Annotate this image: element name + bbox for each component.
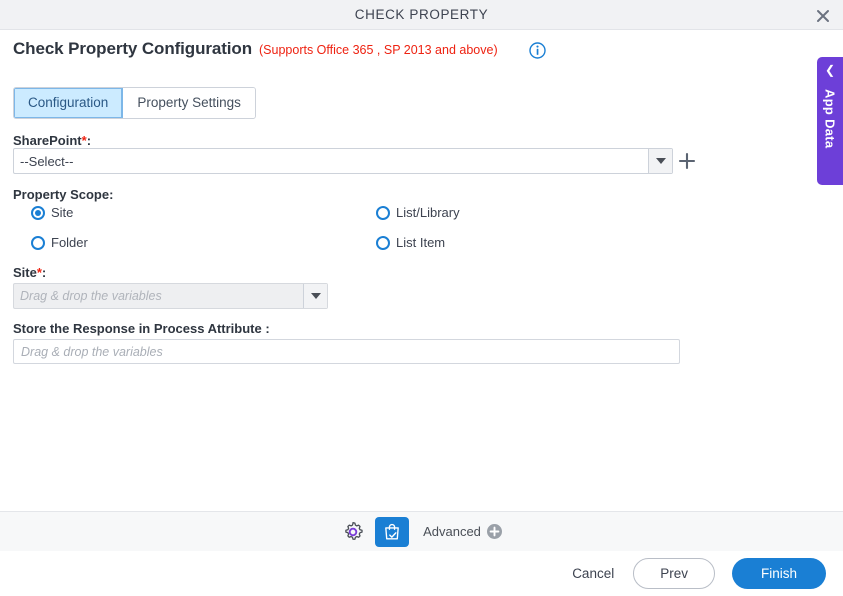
site-label-text: Site bbox=[13, 265, 37, 280]
settings-button[interactable] bbox=[341, 520, 365, 544]
page-subtitle: (Supports Office 365 , SP 2013 and above… bbox=[259, 43, 498, 57]
check-property-dialog: CHECK PROPERTY Check Property Configurat… bbox=[0, 0, 843, 596]
radio-folder[interactable]: Folder bbox=[31, 235, 88, 250]
sharepoint-label-suffix: : bbox=[86, 133, 92, 148]
info-icon bbox=[529, 42, 546, 59]
page-header: Check Property Configuration (Supports O… bbox=[13, 39, 498, 59]
tab-configuration[interactable]: Configuration bbox=[14, 88, 124, 118]
radio-list-library-indicator bbox=[376, 205, 390, 220]
plus-icon bbox=[678, 152, 696, 170]
plus-circle-icon bbox=[486, 524, 502, 539]
app-data-label: App Data bbox=[822, 89, 838, 149]
check-property-activity-button[interactable] bbox=[375, 516, 410, 547]
site-label-suffix: : bbox=[41, 265, 47, 280]
sharepoint-label: SharePoint*: bbox=[13, 133, 91, 148]
radio-list-item[interactable]: List Item bbox=[376, 235, 445, 250]
chevron-left-icon: ❮ bbox=[824, 63, 836, 77]
tab-property-settings[interactable]: Property Settings bbox=[123, 88, 255, 118]
add-sharepoint-button[interactable] bbox=[677, 151, 697, 171]
bottom-toolbar: Advanced bbox=[0, 511, 843, 551]
page-title: Check Property Configuration bbox=[13, 39, 253, 58]
radio-list-item-label: List Item bbox=[396, 235, 446, 250]
advanced-label: Advanced bbox=[423, 524, 481, 539]
site-select-value: Drag & drop the variables bbox=[20, 289, 162, 303]
radio-list-library[interactable]: List/Library bbox=[376, 205, 460, 220]
shopping-bag-check-icon bbox=[385, 523, 399, 539]
advanced-toggle[interactable]: Advanced bbox=[423, 524, 502, 539]
dialog-titlebar: CHECK PROPERTY bbox=[0, 0, 843, 30]
site-select-arrow[interactable] bbox=[303, 284, 327, 308]
finish-button[interactable]: Finish bbox=[731, 558, 826, 589]
sharepoint-select-value: --Select-- bbox=[20, 153, 74, 169]
radio-site[interactable]: Site bbox=[31, 205, 73, 220]
radio-folder-label: Folder bbox=[51, 235, 88, 250]
close-icon bbox=[817, 9, 829, 22]
tab-bar: Configuration Property Settings bbox=[13, 87, 256, 119]
radio-site-indicator bbox=[31, 205, 45, 220]
site-select[interactable]: Drag & drop the variables bbox=[13, 283, 328, 309]
radio-folder-indicator bbox=[31, 235, 45, 250]
gear-icon bbox=[345, 521, 363, 540]
store-response-input[interactable]: Drag & drop the variables bbox=[13, 339, 680, 364]
sharepoint-label-text: SharePoint bbox=[13, 133, 82, 148]
store-response-label: Store the Response in Process Attribute … bbox=[13, 321, 270, 336]
dialog-title: CHECK PROPERTY bbox=[354, 7, 489, 22]
cancel-button[interactable]: Cancel bbox=[570, 562, 616, 585]
radio-list-library-label: List/Library bbox=[396, 205, 460, 220]
sharepoint-select-arrow[interactable] bbox=[648, 149, 672, 173]
site-label: Site*: bbox=[13, 265, 46, 280]
dialog-footer: Cancel Prev Finish bbox=[0, 551, 843, 596]
radio-site-label: Site bbox=[51, 205, 74, 220]
chevron-down-icon bbox=[310, 293, 321, 299]
radio-list-item-indicator bbox=[376, 235, 390, 250]
sharepoint-select[interactable]: --Select-- bbox=[13, 148, 673, 174]
property-scope-label: Property Scope: bbox=[13, 187, 114, 202]
chevron-down-icon bbox=[655, 158, 666, 164]
prev-button[interactable]: Prev bbox=[633, 558, 715, 589]
close-button[interactable] bbox=[811, 4, 835, 27]
advanced-add-button[interactable] bbox=[486, 524, 502, 539]
app-data-panel-toggle[interactable]: ❮ App Data bbox=[817, 57, 843, 185]
info-button[interactable] bbox=[529, 42, 546, 59]
